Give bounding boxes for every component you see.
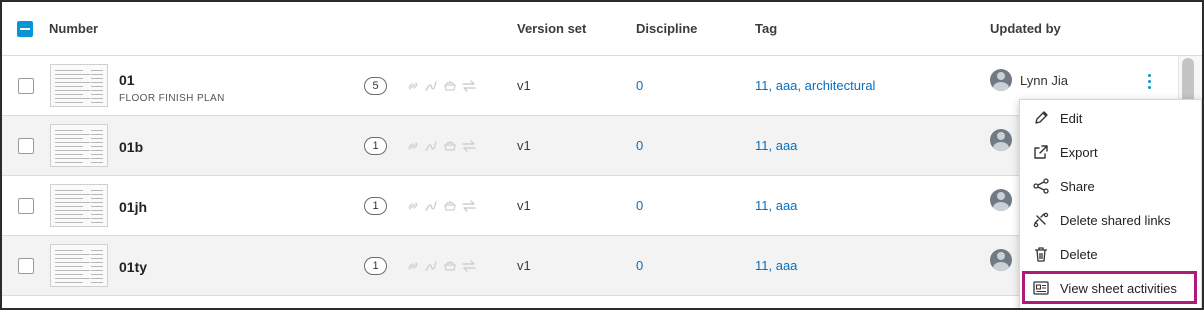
column-header-tag[interactable]: Tag xyxy=(755,21,777,36)
version-set-cell: v1 xyxy=(517,198,531,213)
table-header: Number Version set Discipline Tag Update… xyxy=(2,2,1202,56)
link-icon[interactable] xyxy=(405,198,421,214)
discipline-cell[interactable]: 0 xyxy=(636,198,643,213)
table-row[interactable]: 01 FLOOR FINISH PLAN 5 v1 0 11, aaa, arc… xyxy=(2,56,1178,116)
markup-icon[interactable] xyxy=(423,258,439,274)
menu-item-label: Delete shared links xyxy=(1060,213,1171,228)
table-row[interactable]: 01jh 1 v1 0 11, aaa xyxy=(2,176,1178,236)
sheet-thumbnail[interactable] xyxy=(50,184,108,227)
menu-item-label: Share xyxy=(1060,179,1095,194)
discipline-cell[interactable]: 0 xyxy=(636,78,643,93)
issues-icon[interactable] xyxy=(442,138,458,154)
sheet-thumbnail[interactable] xyxy=(50,244,108,287)
sheet-number[interactable]: 01jh xyxy=(119,199,147,215)
version-count-badge[interactable]: 1 xyxy=(364,137,387,155)
version-set-cell: v1 xyxy=(517,258,531,273)
sheet-title: FLOOR FINISH PLAN xyxy=(119,93,225,104)
markup-icon[interactable] xyxy=(423,78,439,94)
sheets-table-frame: Number Version set Discipline Tag Update… xyxy=(0,0,1204,310)
tag-cell[interactable]: 11, aaa, architectural xyxy=(755,78,875,93)
discipline-cell[interactable]: 0 xyxy=(636,258,643,273)
version-count-badge[interactable]: 1 xyxy=(364,257,387,275)
compare-icon[interactable] xyxy=(461,138,477,154)
column-header-version-set[interactable]: Version set xyxy=(517,21,586,36)
tag-cell[interactable]: 11, aaa xyxy=(755,138,797,153)
issues-icon[interactable] xyxy=(442,258,458,274)
issues-icon[interactable] xyxy=(442,198,458,214)
markup-icon[interactable] xyxy=(423,198,439,214)
table-row[interactable]: 01b 1 v1 0 11, aaa xyxy=(2,116,1178,176)
sheet-number[interactable]: 01 xyxy=(119,72,135,88)
version-set-cell: v1 xyxy=(517,138,531,153)
column-header-discipline[interactable]: Discipline xyxy=(636,21,697,36)
compare-icon[interactable] xyxy=(461,78,477,94)
avatar xyxy=(990,69,1012,91)
unlink-icon xyxy=(1033,212,1049,228)
menu-item-share[interactable]: Share xyxy=(1020,169,1201,203)
version-set-cell: v1 xyxy=(517,78,531,93)
discipline-cell[interactable]: 0 xyxy=(636,138,643,153)
markup-icon[interactable] xyxy=(423,138,439,154)
row-checkbox[interactable] xyxy=(18,78,34,94)
menu-item-label: Edit xyxy=(1060,111,1083,126)
avatar xyxy=(990,189,1012,211)
row-more-actions-button[interactable] xyxy=(1142,70,1158,92)
highlight-box xyxy=(1022,271,1197,304)
version-count-badge[interactable]: 1 xyxy=(364,197,387,215)
link-icon[interactable] xyxy=(405,78,421,94)
compare-icon[interactable] xyxy=(461,258,477,274)
menu-item-label: Delete xyxy=(1060,247,1098,262)
menu-item-export[interactable]: Export xyxy=(1020,135,1201,169)
sheet-thumbnail[interactable] xyxy=(50,64,108,107)
export-icon xyxy=(1034,145,1048,159)
pencil-icon xyxy=(1035,111,1048,124)
menu-item-delete-shared-links[interactable]: Delete shared links xyxy=(1020,203,1201,237)
updated-by-name: Lynn Jia xyxy=(1020,73,1068,88)
avatar xyxy=(990,129,1012,151)
table-row[interactable]: 01ty 1 v1 0 11, aaa xyxy=(2,236,1178,296)
column-header-number[interactable]: Number xyxy=(49,21,98,36)
share-icon xyxy=(1033,178,1049,194)
menu-item-delete[interactable]: Delete xyxy=(1020,237,1201,271)
link-icon[interactable] xyxy=(405,258,421,274)
menu-item-label: Export xyxy=(1060,145,1098,160)
sheet-number[interactable]: 01ty xyxy=(119,259,147,275)
compare-icon[interactable] xyxy=(461,198,477,214)
select-all-checkbox[interactable] xyxy=(17,21,33,37)
tag-cell[interactable]: 11, aaa xyxy=(755,258,797,273)
row-checkbox[interactable] xyxy=(18,258,34,274)
sheet-thumbnail[interactable] xyxy=(50,124,108,167)
link-icon[interactable] xyxy=(405,138,421,154)
row-checkbox[interactable] xyxy=(18,198,34,214)
row-checkbox[interactable] xyxy=(18,138,34,154)
column-header-updated-by[interactable]: Updated by xyxy=(990,21,1061,36)
scrollbar-thumb[interactable] xyxy=(1182,58,1194,104)
avatar xyxy=(990,249,1012,271)
menu-item-edit[interactable]: Edit xyxy=(1020,101,1201,135)
version-count-badge[interactable]: 5 xyxy=(364,77,387,95)
sheet-number[interactable]: 01b xyxy=(119,139,143,155)
tag-cell[interactable]: 11, aaa xyxy=(755,198,797,213)
trash-icon xyxy=(1035,247,1047,262)
issues-icon[interactable] xyxy=(442,78,458,94)
